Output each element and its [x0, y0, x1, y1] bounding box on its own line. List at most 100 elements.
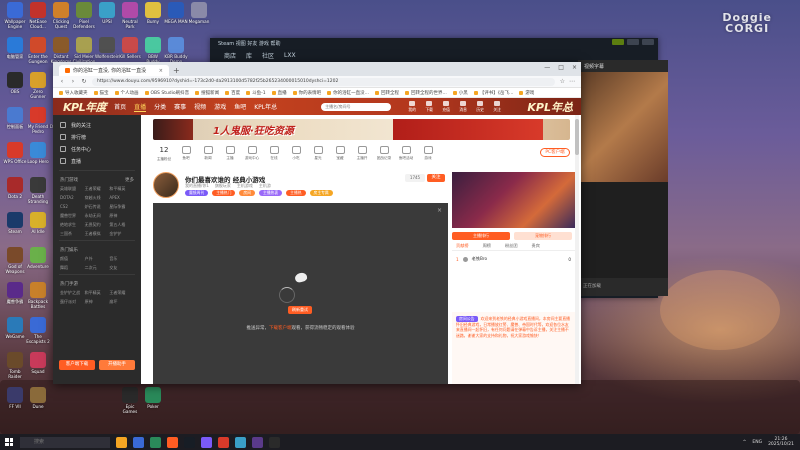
desktop-icon[interactable]: OBS [3, 72, 27, 107]
sidebar-game-link[interactable]: 王者荣耀 [109, 290, 134, 296]
desktop-icon[interactable]: 控制面板 [3, 107, 27, 142]
kpl-logo[interactable]: KPL年度 [63, 99, 107, 115]
url-input[interactable] [92, 77, 555, 86]
taskbar-app-icon[interactable] [252, 436, 263, 448]
kpl-summary-logo[interactable]: KPL年总 [527, 99, 573, 115]
sidebar-game-link[interactable]: 原神 [85, 299, 110, 305]
nav-kpl[interactable]: KPL年总 [254, 102, 277, 111]
sidebar-game-link[interactable]: 原神 [109, 213, 134, 219]
room-tag[interactable]: 主播热 [286, 190, 306, 196]
fans-count[interactable]: 12 主播粉丝 [153, 146, 175, 162]
function-item[interactable]: 鱼吧 [175, 146, 197, 161]
bookmark-item[interactable]: 猫宝 [93, 90, 109, 96]
function-item[interactable]: 游戏 [417, 146, 439, 161]
header-my-button[interactable]: 我的 [407, 100, 417, 113]
bookmark-item[interactable]: 百度 [225, 90, 240, 96]
taskbar-app-icon[interactable] [116, 436, 127, 448]
sidebar-game-link[interactable]: 蛋仔派对 [60, 299, 85, 305]
desktop-icon[interactable]: My Friend Pedro [26, 107, 50, 142]
desktop-icon[interactable]: Steam [3, 212, 27, 247]
scrollbar-thumb[interactable] [575, 119, 579, 155]
desktop-icon[interactable]: WeGame [3, 317, 27, 352]
site-search-input[interactable] [321, 102, 392, 111]
desktop-icon[interactable]: WPS Office [3, 142, 27, 177]
sidebar-game-link[interactable]: 三国杀 [60, 231, 85, 237]
page-scrollbar[interactable] [575, 115, 579, 384]
taskbar-app-icon[interactable] [235, 436, 246, 448]
sidebar-game-link[interactable]: 交友 [109, 265, 134, 271]
desktop-icon[interactable]: God of Weapons [3, 247, 27, 282]
stream-assistant-button[interactable]: 开播助手 [99, 360, 135, 370]
sidebar-game-link[interactable]: 绝地求生 [60, 222, 85, 228]
function-item[interactable]: 鱼吧活动 [395, 146, 417, 161]
nav-live[interactable]: 直播 [134, 102, 147, 112]
steam-friends-button[interactable] [612, 39, 624, 45]
star-icon[interactable]: ☆ [560, 78, 565, 85]
desktop-icon[interactable]: Enter the Gungeon [26, 37, 50, 72]
desktop-icon[interactable]: Death Stranding [26, 177, 50, 212]
room-meta-item[interactable]: 主机游 [259, 183, 271, 189]
taskbar-app-icon[interactable] [133, 436, 144, 448]
taskbar-app-icon[interactable] [150, 436, 161, 448]
desktop-icon[interactable]: Megaman [187, 2, 211, 37]
function-item[interactable]: 在线 [263, 146, 285, 161]
promo-banner[interactable]: 1人鬼服·狂吃资源 [153, 119, 570, 140]
function-item[interactable]: 宝藏 [329, 146, 351, 161]
function-item[interactable]: 新闻 [197, 146, 219, 161]
sidebar-game-link[interactable]: APEX [109, 195, 134, 201]
sidebar-game-link[interactable]: 和平精英 [85, 290, 110, 296]
desktop-icon[interactable]: AI Idle [26, 212, 50, 247]
sidebar-item-follow[interactable]: 我的关注 [53, 119, 141, 131]
desktop-icon[interactable]: Neutral Park [118, 2, 142, 37]
bookmark-item[interactable]: 斗鱼-1 [246, 90, 266, 96]
bookmark-item[interactable]: 直播 [271, 90, 287, 96]
room-tag[interactable]: 魔镜周刊 [185, 190, 209, 196]
forward-arrow-icon[interactable]: › [70, 78, 76, 85]
taskbar-app-icon[interactable] [218, 436, 229, 448]
nav-events[interactable]: 赛事 [174, 102, 186, 111]
desktop-icon[interactable]: UPSI [95, 2, 119, 37]
steam-menu-library[interactable]: 库 [246, 51, 252, 60]
desktop-icon[interactable]: Loop Hero [26, 142, 50, 177]
nav-category[interactable]: 分类 [154, 102, 166, 111]
subtab-weekly[interactable]: 周榜 [483, 243, 491, 250]
sidebar-game-link[interactable]: 炉石传说 [85, 204, 110, 210]
tray-expand-icon[interactable]: ^ [743, 440, 747, 445]
room-tag[interactable]: 房主专属 [309, 190, 333, 196]
nav-games[interactable]: 游戏 [214, 102, 226, 111]
pc-client-button[interactable]: PC客户端 [540, 148, 570, 157]
desktop-icon[interactable]: Dune [26, 387, 50, 422]
sidebar-game-link[interactable]: 崩坏 [109, 299, 134, 305]
sidebar-game-link[interactable]: 音乐 [109, 256, 134, 262]
desktop-icon[interactable]: NetEase Cloud... [26, 2, 50, 37]
desktop-icon[interactable]: Poker [141, 387, 165, 422]
desktop-icon[interactable]: Backpack Battles [26, 282, 50, 317]
sidebar-game-link[interactable]: DOTA2 [60, 195, 85, 201]
sidebar-game-link[interactable]: 颜值 [60, 256, 85, 262]
room-meta-item[interactable]: 我的直播/你1 [185, 183, 209, 189]
header-message-button[interactable]: 消息 [458, 100, 468, 113]
follow-button[interactable]: 关注 [427, 174, 445, 182]
desktop-icon[interactable]: 电脑管家 [3, 37, 27, 72]
sidebar-game-link[interactable]: 无畏契约 [85, 222, 110, 228]
streamer-avatar[interactable] [153, 172, 179, 198]
desktop-icon[interactable]: Wallpaper Engine [3, 2, 27, 37]
bookmark-item[interactable]: 小黑 [452, 90, 468, 96]
sidebar-item-live[interactable]: 直播 [53, 155, 141, 167]
bookmark-item[interactable]: 你的表情吧 [292, 90, 321, 96]
windows-start-icon[interactable] [4, 437, 14, 447]
video-player[interactable]: × 刷新重试 推送异常，下载客户端观看，获得流畅稳定的观看体验 [153, 203, 448, 384]
desktop-icon[interactable]: MEGA MAN [164, 2, 188, 37]
browser-tab-active[interactable]: 你的浴缸一直没, 你的浴缸一直没 × [59, 65, 169, 76]
back-arrow-icon[interactable]: ‹ [59, 78, 65, 85]
rank-list-item[interactable]: 1 老铁Bro 0 [456, 256, 571, 262]
clock[interactable]: 21:26 2025/10/21 [768, 437, 794, 448]
extensions-icon[interactable]: ⋯ [569, 78, 575, 85]
retry-button[interactable]: 刷新重试 [288, 306, 312, 314]
function-item[interactable]: 团战记录 [373, 146, 395, 161]
desktop-icon[interactable]: Pixel Defenders [72, 2, 96, 37]
steam-account-button[interactable] [642, 39, 654, 45]
steam-menu-store[interactable]: 商店 [224, 51, 236, 60]
sidebar-game-link[interactable]: 穿越火线 [85, 195, 110, 201]
taskbar-app-icon[interactable] [201, 436, 212, 448]
